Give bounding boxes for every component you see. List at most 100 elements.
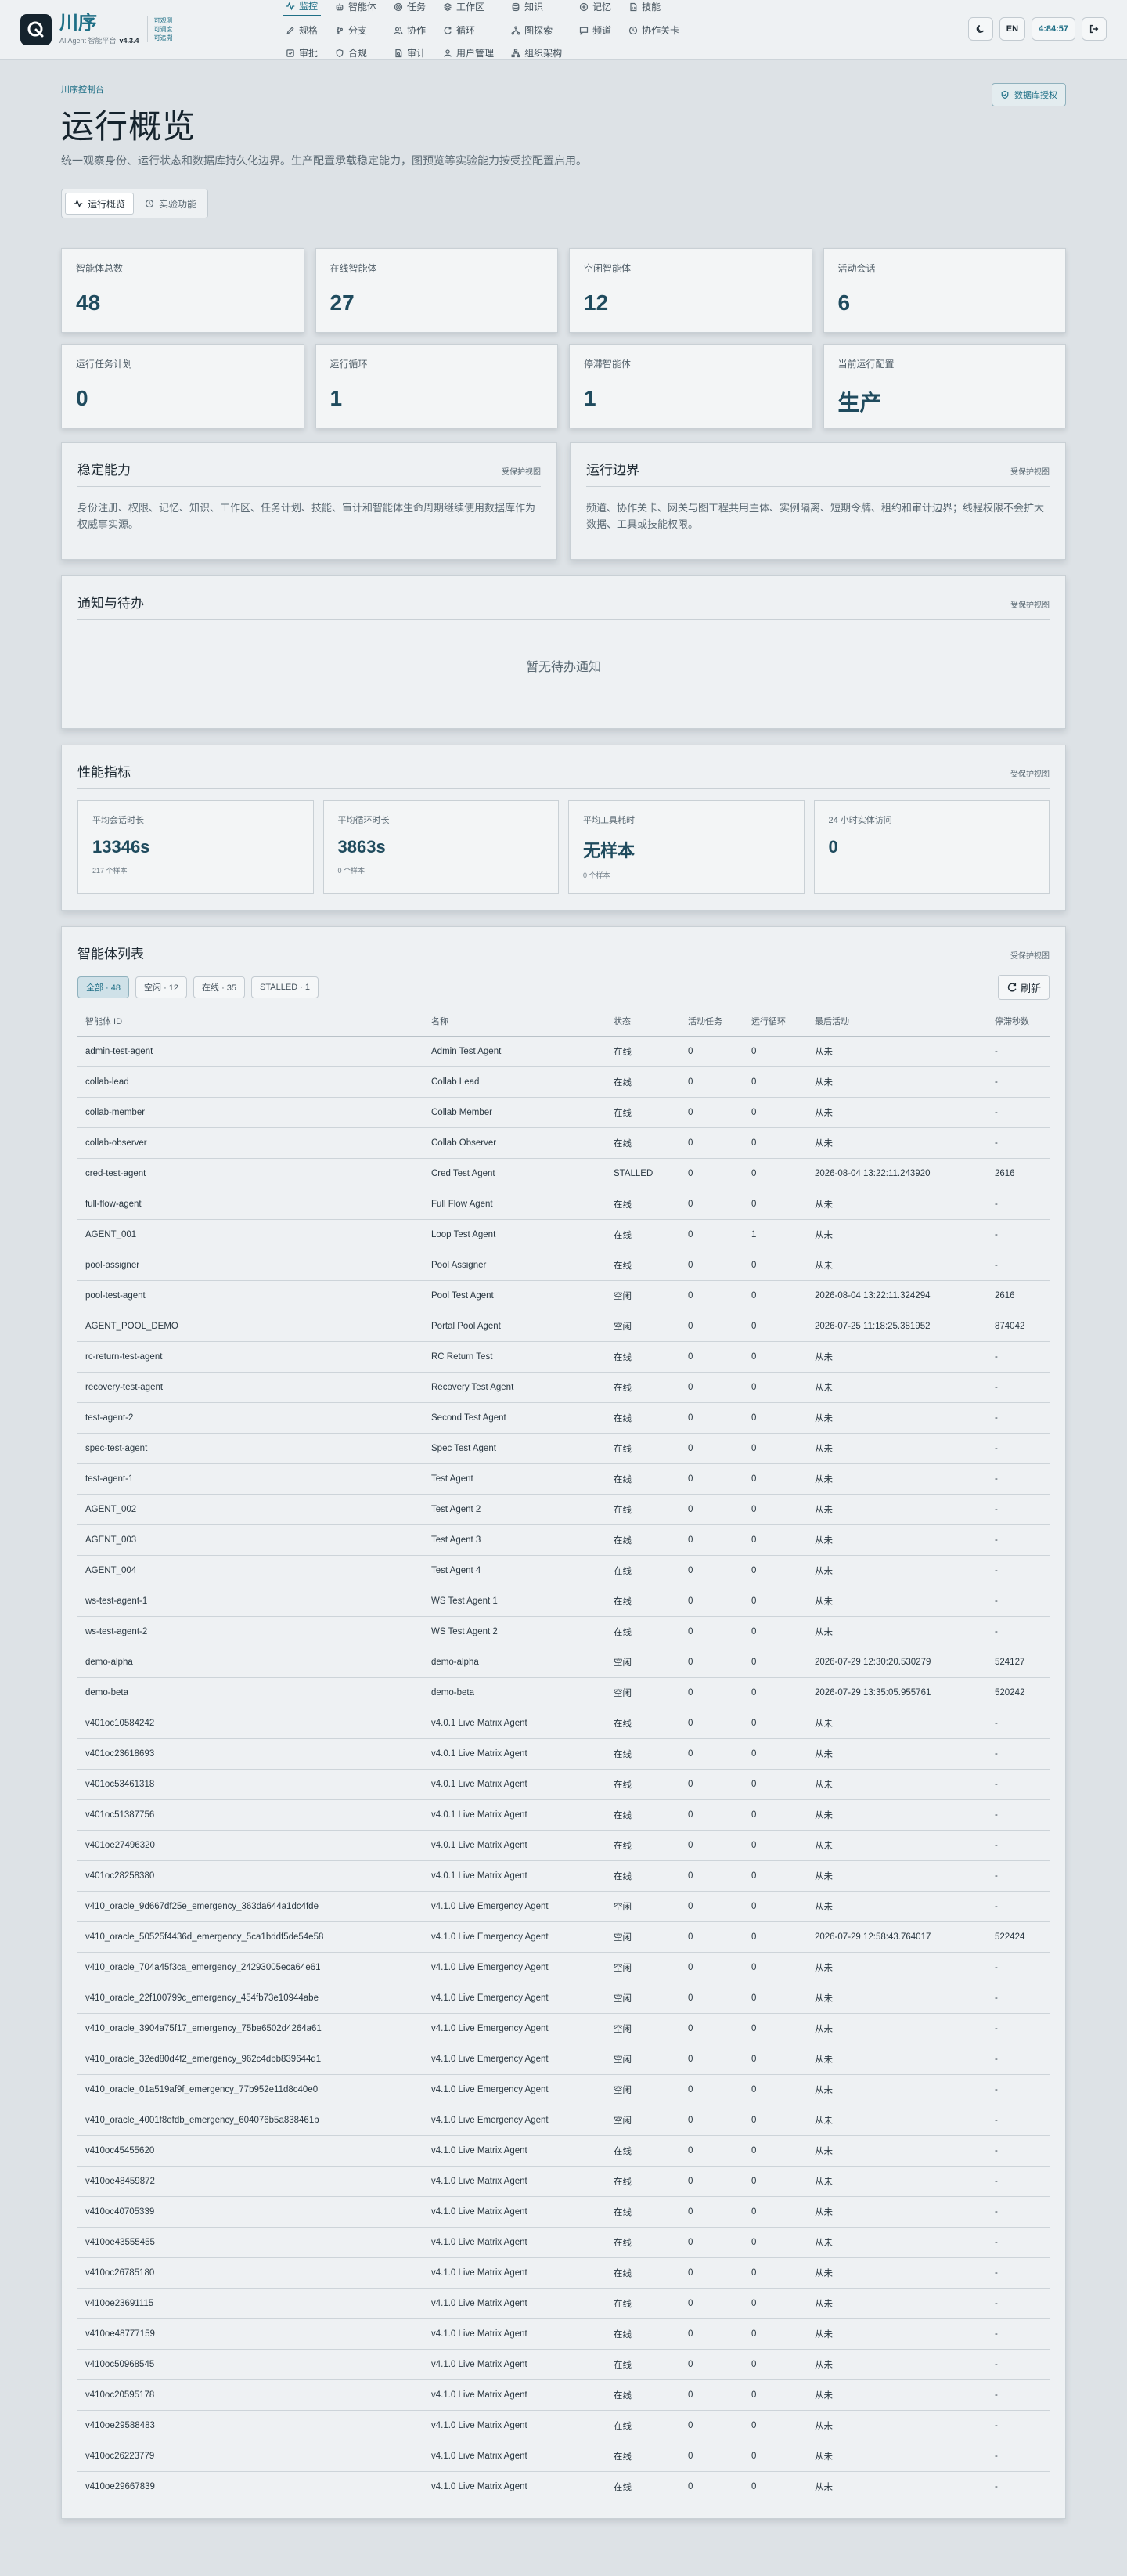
nav-item-label: 审批 — [299, 48, 319, 59]
nav-item-activity[interactable]: 监控 — [283, 0, 322, 16]
tab-overview[interactable]: 运行概览 — [65, 193, 135, 215]
nav-item-clock[interactable]: 协作关卡 — [625, 21, 682, 39]
column-header[interactable]: 最后活动 — [807, 1006, 987, 1037]
table-row[interactable]: test-agent-1 Test Agent 在线 0 0 从未 - — [77, 1463, 1050, 1495]
table-cell: AGENT_004 — [77, 1555, 423, 1586]
table-row[interactable]: admin-test-agent Admin Test Agent 在线 0 0 从未 - — [77, 1036, 1050, 1067]
column-header[interactable]: 名称 — [423, 1006, 606, 1037]
table-row[interactable]: pool-assigner Pool Assigner 在线 0 0 从未 - — [77, 1250, 1050, 1281]
nav-item-network[interactable]: 图探索 — [508, 21, 565, 39]
table-row[interactable]: pool-test-agent Pool Test Agent 空闲 0 0 2026-0… — [77, 1280, 1050, 1311]
table-row[interactable]: v410oc45455620 v4.1.0 Live Matrix Agent 在线… — [77, 2135, 1050, 2167]
table-row[interactable]: recovery-test-agent Recovery Test Agent 在线… — [77, 1372, 1050, 1403]
table-row[interactable]: v410oc26223779 v4.1.0 Live Matrix Agent 在线… — [77, 2441, 1050, 2472]
stat-label: 运行循环 — [329, 359, 368, 370]
table-row[interactable]: AGENT_002 Test Agent 2 在线 0 0 从未 - — [77, 1494, 1050, 1525]
table-row[interactable]: v410_oracle_50525f4436d_emergency_5ca1bd… — [77, 1921, 1050, 1953]
column-header[interactable]: 智能体 ID — [77, 1006, 423, 1037]
table-row[interactable]: v410oc20595178 v4.1.0 Live Matrix Agent 在线… — [77, 2379, 1050, 2411]
table-row[interactable]: v410oe29588483 v4.1.0 Live Matrix Agent 在线… — [77, 2410, 1050, 2441]
stat-label: 停滞智能体 — [584, 359, 632, 370]
table-row[interactable]: ws-test-agent-1 WS Test Agent 1 在线 0 0 从未 - — [77, 1586, 1050, 1617]
table-cell: 在线 — [606, 2135, 680, 2167]
nav-item-target[interactable]: 任务 — [391, 0, 429, 16]
table-cell: 0 — [744, 1921, 807, 1953]
table-row[interactable]: v401oe27496320 v4.0.1 Live Matrix Agent 在线… — [77, 1830, 1050, 1861]
table-row[interactable]: v410_oracle_4001f8efdb_emergency_604076b… — [77, 2105, 1050, 2136]
refresh-button[interactable]: 刷新 — [997, 975, 1050, 1000]
table-cell: 在线 — [606, 1219, 680, 1250]
table-row[interactable]: v410_oracle_01a519af9f_emergency_77b952e… — [77, 2074, 1050, 2105]
filter-chip[interactable]: 全部 · 48 — [77, 976, 130, 998]
table-row[interactable]: collab-lead Collab Lead 在线 0 0 从未 - — [77, 1066, 1050, 1098]
table-cell: 从未 — [807, 1555, 987, 1586]
table-row[interactable]: v401oc10584242 v4.0.1 Live Matrix Agent 在线… — [77, 1708, 1050, 1739]
stat-card: 当前运行配置 生产 — [823, 344, 1066, 428]
table-row[interactable]: collab-observer Collab Observer 在线 0 0 从未 - — [77, 1127, 1050, 1159]
table-cell: 0 — [680, 1250, 744, 1281]
table-row[interactable]: v410oe29667839 v4.1.0 Live Matrix Agent 在线… — [77, 2471, 1050, 2502]
version-badge: v4.3.4 — [119, 37, 139, 45]
table-row[interactable]: v401oc51387756 v4.0.1 Live Matrix Agent 在线… — [77, 1799, 1050, 1831]
table-row[interactable]: demo-beta demo-beta 空闲 0 0 2026-07-29 13:35:0… — [77, 1677, 1050, 1708]
table-row[interactable]: demo-alpha demo-alpha 空闲 0 0 2026-07-29 12:30… — [77, 1647, 1050, 1678]
theme-toggle-button[interactable] — [967, 17, 993, 41]
table-row[interactable]: AGENT_004 Test Agent 4 在线 0 0 从未 - — [77, 1555, 1050, 1586]
nav-item-users[interactable]: 协作 — [391, 21, 429, 39]
table-row[interactable]: v410oe43555455 v4.1.0 Live Matrix Agent 在线… — [77, 2227, 1050, 2258]
table-row[interactable]: v410oc40705339 v4.1.0 Live Matrix Agent 在线… — [77, 2196, 1050, 2228]
table-row[interactable]: cred-test-agent Cred Test Agent STALLED 0 0 2… — [77, 1158, 1050, 1189]
table-row[interactable]: v410oc26785180 v4.1.0 Live Matrix Agent 在线… — [77, 2257, 1050, 2289]
nav-item-file-code[interactable]: 技能 — [625, 0, 682, 16]
table-cell: collab-observer — [77, 1127, 423, 1159]
table-row[interactable]: v401oc53461318 v4.0.1 Live Matrix Agent 在线… — [77, 1769, 1050, 1800]
nav-item-database[interactable]: 知识 — [508, 0, 565, 16]
column-header[interactable]: 状态 — [606, 1006, 680, 1037]
table-row[interactable]: v401oc28258380 v4.0.1 Live Matrix Agent 在线… — [77, 1860, 1050, 1892]
table-row[interactable]: v410_oracle_3904a75f17_emergency_75be650… — [77, 2013, 1050, 2044]
table-row[interactable]: AGENT_001 Loop Test Agent 在线 0 1 从未 - — [77, 1219, 1050, 1250]
table-row[interactable]: ws-test-agent-2 WS Test Agent 2 在线 0 0 从未 - — [77, 1616, 1050, 1647]
table-row[interactable]: v410_oracle_9d667df25e_emergency_363da64… — [77, 1891, 1050, 1922]
table-row[interactable]: v410_oracle_22f100799c_emergency_454fb73… — [77, 1983, 1050, 2014]
table-row[interactable]: v410_oracle_704a45f3ca_emergency_2429300… — [77, 1952, 1050, 1983]
table-cell: 在线 — [606, 2227, 680, 2258]
table-row[interactable]: v401oc23618693 v4.0.1 Live Matrix Agent 在线… — [77, 1738, 1050, 1770]
column-header[interactable]: 活动任务 — [680, 1006, 744, 1037]
table-row[interactable]: test-agent-2 Second Test Agent 在线 0 0 从未 - — [77, 1402, 1050, 1434]
table-row[interactable]: rc-return-test-agent RC Return Test 在线 0 0 从未… — [77, 1341, 1050, 1373]
table-cell: - — [987, 1983, 1050, 2014]
table-row[interactable]: v410_oracle_32ed80d4f2_emergency_962c4db… — [77, 2044, 1050, 2075]
brand[interactable]: 川序 AI Agent 智能平台 v4.3.4 可观测 可调度 可追溯 — [20, 13, 283, 45]
nav-item-bot[interactable]: 智能体 — [332, 0, 380, 16]
table-row[interactable]: v410oc50968545 v4.1.0 Live Matrix Agent 在线… — [77, 2349, 1050, 2380]
filter-chip[interactable]: STALLED · 1 — [251, 976, 319, 998]
database-auth-button[interactable]: 数据库授权 — [992, 83, 1066, 106]
table-row[interactable]: spec-test-agent Spec Test Agent 在线 0 0 从未 - — [77, 1433, 1050, 1464]
table-row[interactable]: v410oe48459872 v4.1.0 Live Matrix Agent 在线… — [77, 2166, 1050, 2197]
performance-panel: 性能指标 受保护视图 平均会话时长 13346s 217 个样本 平均循环时长 3863… — [61, 745, 1066, 911]
table-row[interactable]: collab-member Collab Member 在线 0 0 从未 - — [77, 1097, 1050, 1128]
table-row[interactable]: full-flow-agent Full Flow Agent 在线 0 0 从未 - — [77, 1189, 1050, 1220]
nav-item-message[interactable]: 频道 — [576, 21, 614, 39]
table-cell: - — [987, 1738, 1050, 1770]
language-button[interactable]: EN — [999, 17, 1026, 41]
nav-item-memory[interactable]: 记忆 — [576, 0, 614, 16]
logout-button[interactable] — [1082, 17, 1107, 41]
nav-item-refresh[interactable]: 循环 — [440, 21, 497, 39]
column-header[interactable]: 停滞秒数 — [987, 1006, 1050, 1037]
nav-item-edit[interactable]: 规格 — [283, 21, 321, 39]
table-row[interactable]: AGENT_POOL_DEMO Portal Pool Agent 空闲 0 0 2026… — [77, 1311, 1050, 1342]
filter-chip[interactable]: 空闲 · 12 — [135, 976, 188, 998]
nav-item-layers[interactable]: 工作区 — [440, 0, 497, 16]
table-row[interactable]: v410oe23691115 v4.1.0 Live Matrix Agent 在线… — [77, 2288, 1050, 2319]
nav-item-git-branch[interactable]: 分支 — [332, 21, 380, 39]
filter-chip[interactable]: 在线 · 35 — [193, 976, 246, 998]
table-row[interactable]: AGENT_003 Test Agent 3 在线 0 0 从未 - — [77, 1524, 1050, 1556]
table-cell: v4.1.0 Live Emergency Agent — [423, 2044, 606, 2075]
table-row[interactable]: v410oe48777159 v4.1.0 Live Matrix Agent 在线… — [77, 2318, 1050, 2350]
edit-icon — [286, 26, 294, 34]
column-header[interactable]: 运行循环 — [744, 1006, 807, 1037]
table-cell: - — [987, 2471, 1050, 2502]
tab-experimental[interactable]: 实验功能 — [137, 193, 204, 215]
